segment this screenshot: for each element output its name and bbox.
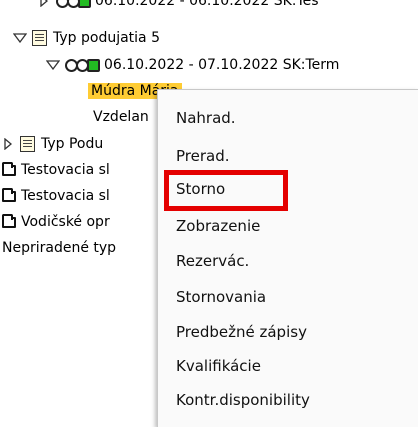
folder-icon bbox=[2, 213, 16, 228]
collapse-arrow-icon[interactable] bbox=[45, 56, 61, 74]
menu-item-stornovania[interactable]: Stornovania bbox=[176, 282, 266, 312]
menu-item-rezervac[interactable]: Rezervác. bbox=[176, 246, 249, 276]
tree-row-event-type[interactable]: Typ Podu bbox=[0, 131, 103, 157]
traffic-light-icon bbox=[56, 0, 91, 8]
menu-item-zobrazenie[interactable]: Zobrazenie bbox=[176, 211, 260, 241]
tree-row-folder[interactable]: Vodičské opr bbox=[2, 209, 110, 235]
tree-row-label: 06.10.2022 - 06.10.2022 SK:Tes bbox=[95, 0, 319, 9]
tree-row-label: Vzdelan bbox=[93, 109, 149, 125]
traffic-light-icon bbox=[65, 58, 100, 72]
tree-row-label: Testovacia sl bbox=[21, 188, 110, 204]
tree-row-label: Nepriradené typ bbox=[2, 240, 117, 256]
tree-row-label: Typ Podu bbox=[41, 136, 104, 152]
document-icon bbox=[20, 136, 35, 152]
highlight-box bbox=[164, 170, 288, 211]
tree-row-label: Vodičské opr bbox=[21, 214, 110, 230]
tree-row-label: Testovacia sl bbox=[21, 162, 110, 178]
folder-icon bbox=[2, 187, 16, 202]
tree-row-event-type-5[interactable]: Typ podujatia 5 bbox=[12, 25, 160, 51]
tree-row-label: Typ podujatia 5 bbox=[53, 30, 160, 46]
tree-row-unassigned[interactable]: Nepriradené typ bbox=[2, 235, 116, 261]
menu-item-predbezne-zapisy[interactable]: Predbežné zápisy bbox=[176, 317, 307, 347]
tree-row-partial[interactable]: 06.10.2022 - 06.10.2022 SK:Tes bbox=[36, 0, 319, 14]
document-icon bbox=[32, 30, 47, 46]
tree-row-participant[interactable]: Vzdelan bbox=[93, 104, 149, 130]
collapse-arrow-icon[interactable] bbox=[12, 29, 28, 47]
tree-row-folder[interactable]: Testovacia sl bbox=[2, 157, 110, 183]
menu-item-kontr-disponibility[interactable]: Kontr.disponibility bbox=[176, 385, 310, 415]
folder-icon bbox=[2, 161, 16, 176]
tree-row-event[interactable]: 06.10.2022 - 07.10.2022 SK:Term bbox=[45, 52, 339, 78]
tree-row-label: 06.10.2022 - 07.10.2022 SK:Term bbox=[104, 57, 340, 73]
expand-arrow-icon[interactable] bbox=[36, 0, 52, 10]
tree-row-folder[interactable]: Testovacia sl bbox=[2, 183, 110, 209]
menu-item-prerad[interactable]: Prerad. bbox=[176, 141, 230, 171]
context-menu: Nahrad. Prerad. Storno Zobrazenie Rezerv… bbox=[157, 89, 418, 427]
menu-item-kvalifikacie[interactable]: Kvalifikácie bbox=[176, 351, 261, 381]
expand-arrow-icon[interactable] bbox=[0, 135, 16, 153]
menu-item-nahrad[interactable]: Nahrad. bbox=[176, 103, 236, 133]
